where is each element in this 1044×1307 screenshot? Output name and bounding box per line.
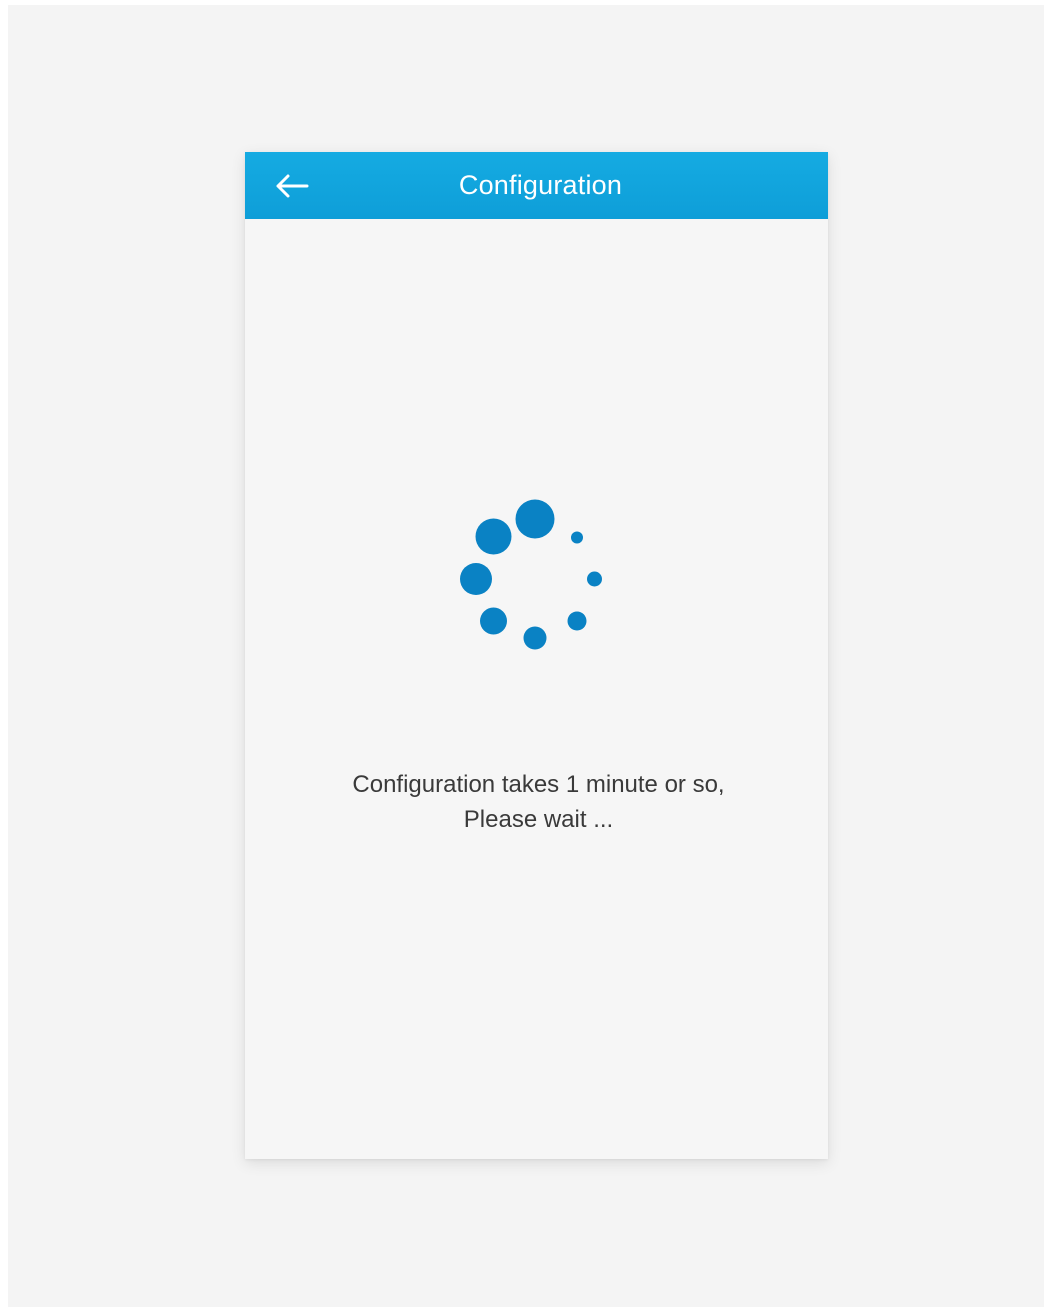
app-header: Configuration — [245, 152, 828, 219]
loading-message-line-1: Configuration takes 1 minute or so, — [352, 771, 725, 798]
back-button[interactable] — [267, 166, 317, 206]
spinner-dot — [475, 518, 512, 555]
arrow-left-icon — [276, 174, 309, 198]
spinner-dot — [571, 531, 583, 544]
loading-message: Configuration takes 1 minute or so, Plea… — [245, 767, 828, 837]
spinner-dot — [523, 626, 547, 650]
spinner-dot — [460, 563, 492, 595]
loading-spinner — [445, 482, 625, 662]
spinner-dot — [567, 611, 587, 631]
spinner-dot — [480, 607, 507, 635]
screen-background: Configuration Configuration takes 1 minu… — [8, 5, 1044, 1307]
spinner-dot — [587, 571, 602, 587]
page-title: Configuration — [458, 170, 623, 200]
loading-spinner-icon — [460, 499, 602, 650]
app-window: Configuration Configuration takes 1 minu… — [245, 152, 828, 1159]
loading-message-line-2: Please wait ... — [463, 806, 614, 833]
spinner-dot — [515, 499, 555, 539]
